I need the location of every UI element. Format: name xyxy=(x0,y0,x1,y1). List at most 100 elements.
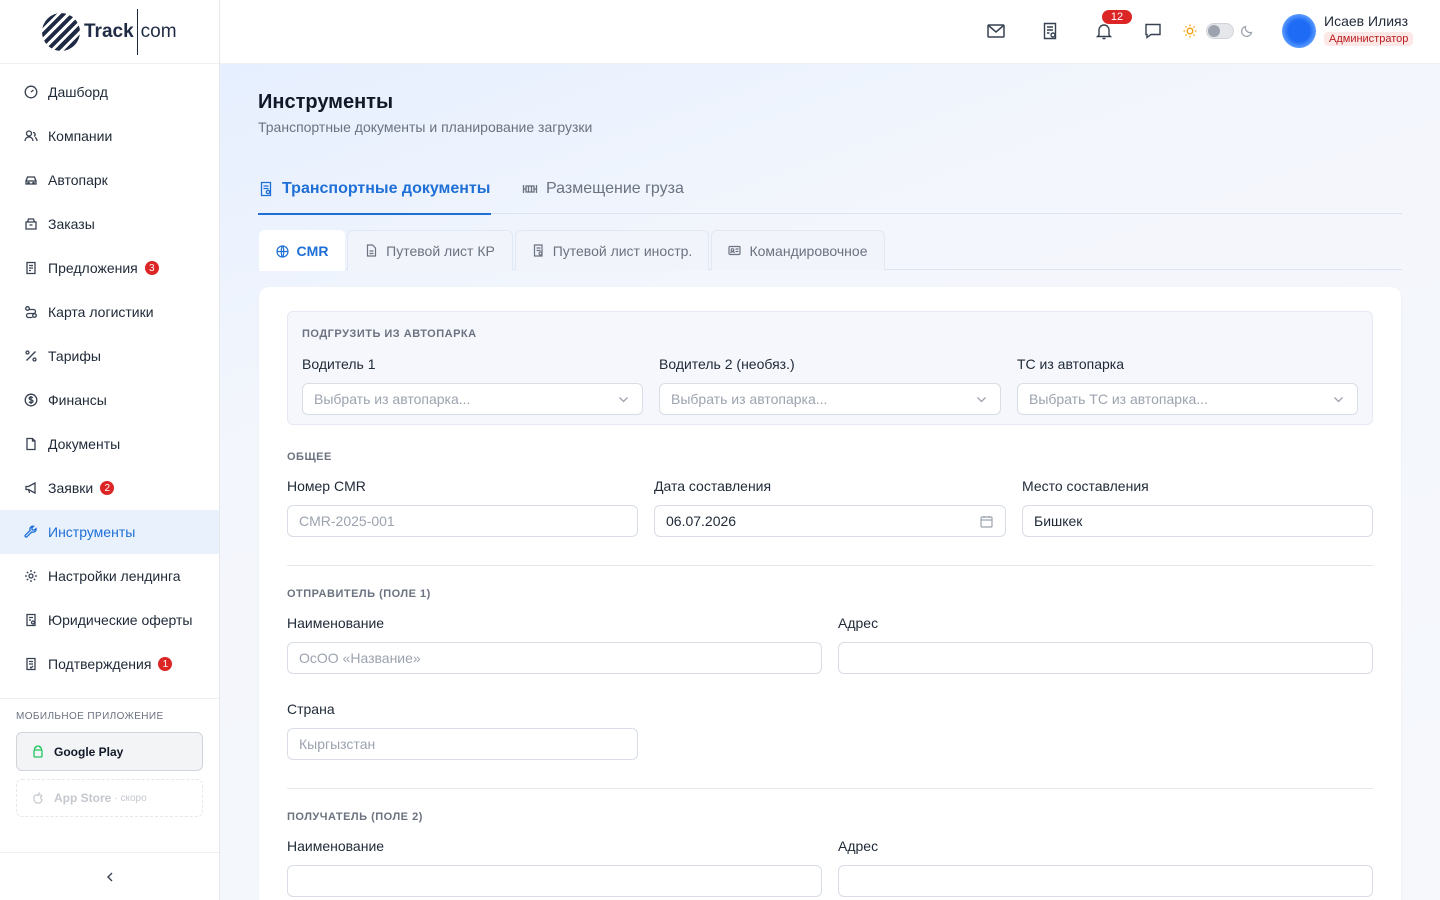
cmr-number-input[interactable]: CMR-2025-001 xyxy=(287,505,638,537)
sidebar-item-documents[interactable]: Документы xyxy=(0,422,219,466)
chevron-down-icon xyxy=(975,393,988,406)
vehicle-label: ТС из автопарка xyxy=(1017,356,1125,372)
sidebar-item-label: Инструменты xyxy=(48,524,136,540)
chat-icon[interactable] xyxy=(1143,21,1163,41)
receiver-address-input[interactable] xyxy=(838,865,1373,897)
cmr-form-card: ПОДГРУЗИТЬ ИЗ АВТОПАРКА Водитель 1 Выбра… xyxy=(259,287,1401,900)
car-icon xyxy=(24,173,38,187)
document-check-icon xyxy=(258,181,274,197)
sidebar-item-tools[interactable]: Инструменты xyxy=(0,510,219,554)
section-divider xyxy=(287,565,1373,566)
mail-icon[interactable] xyxy=(986,21,1006,41)
sidebar-item-companies[interactable]: Компании xyxy=(0,114,219,158)
avatar[interactable] xyxy=(1282,14,1316,48)
receiver-name-input[interactable] xyxy=(287,865,822,897)
subtab-waybill-foreign[interactable]: Путевой лист иностр. xyxy=(515,230,709,270)
globe-icon xyxy=(275,244,289,258)
gear-icon xyxy=(24,569,38,583)
vehicle-select[interactable]: Выбрать ТС из автопарка... xyxy=(1017,383,1358,415)
sender-address-input[interactable] xyxy=(838,642,1373,674)
cmr-number-label: Номер CMR xyxy=(287,478,366,494)
notifications-badge: 12 xyxy=(1102,10,1132,24)
vehicle-placeholder: Выбрать ТС из автопарка... xyxy=(1029,391,1208,407)
google-play-button[interactable]: Google Play xyxy=(16,732,203,771)
date-label: Дата составления xyxy=(654,478,772,494)
confirmations-count-badge: 1 xyxy=(158,657,173,671)
place-value: Бишкек xyxy=(1034,513,1083,529)
driver2-select[interactable]: Выбрать из автопарка... xyxy=(659,383,1001,415)
sidebar-item-label: Компании xyxy=(48,128,113,144)
offers-icon xyxy=(24,261,38,275)
sun-icon xyxy=(1183,21,1197,41)
tab-transport-documents[interactable]: Транспортные документы xyxy=(258,164,492,215)
app-store-button: App Store · скоро xyxy=(16,779,203,817)
subtab-waybill-kr[interactable]: Путевой лист КР xyxy=(347,230,513,270)
sidebar-item-tariffs[interactable]: Тарифы xyxy=(0,334,219,378)
subtab-label: CMR xyxy=(296,243,329,259)
topbar: 12 Исаев Илияз Администратор xyxy=(220,0,1440,64)
offers-count-badge: 3 xyxy=(144,261,159,275)
sidebar-item-orders[interactable]: Заказы xyxy=(0,202,219,246)
confirm-icon xyxy=(24,657,38,671)
app-store-soon: · скоро xyxy=(114,792,147,804)
document-check-icon xyxy=(532,244,545,257)
subtab-cmr[interactable]: CMR xyxy=(259,230,345,271)
mobile-app-section: МОБИЛЬНОЕ ПРИЛОЖЕНИЕ Google Play App Sto… xyxy=(0,698,219,817)
route-icon xyxy=(24,305,38,319)
sender-name-input[interactable]: ОсОО «Название» xyxy=(287,642,822,674)
main-content: Инструменты Транспортные документы и пла… xyxy=(220,64,1440,900)
receiver-section-title: ПОЛУЧАТЕЛЬ (ПОЛЕ 2) xyxy=(287,811,423,823)
sidebar-item-offers[interactable]: Предложения 3 xyxy=(0,246,219,290)
general-section-title: ОБЩЕЕ xyxy=(287,451,332,463)
place-input[interactable]: Бишкек xyxy=(1022,505,1373,537)
collapse-sidebar-button[interactable] xyxy=(0,852,219,900)
date-value: 06.07.2026 xyxy=(666,513,737,529)
sender-name-placeholder: ОсОО «Название» xyxy=(299,650,421,666)
sidebar-item-label: Карта логистики xyxy=(48,304,154,320)
logo-text: Track com xyxy=(84,8,177,55)
companies-icon xyxy=(24,129,38,143)
sidebar-item-logistics-map[interactable]: Карта логистики xyxy=(0,290,219,334)
bell-icon[interactable] xyxy=(1094,21,1114,41)
sidebar-item-label: Заявки xyxy=(48,480,94,496)
receiver-address-label: Адрес xyxy=(838,838,879,854)
theme-toggle[interactable] xyxy=(1206,23,1234,39)
sidebar-item-fleet[interactable]: Автопарк xyxy=(0,158,219,202)
tab-cargo-placement[interactable]: Размещение груза xyxy=(522,164,684,214)
logo-mark xyxy=(42,12,80,51)
requests-count-badge: 2 xyxy=(100,481,115,495)
sidebar-item-finance[interactable]: Финансы xyxy=(0,378,219,422)
place-label: Место составления xyxy=(1022,478,1149,494)
driver1-select[interactable]: Выбрать из автопарка... xyxy=(302,383,643,415)
page-subtitle: Транспортные документы и планирование за… xyxy=(258,119,593,135)
main-tabs: Транспортные документы Размещение груза xyxy=(258,164,1402,215)
finance-icon xyxy=(24,393,38,407)
sidebar-item-confirmations[interactable]: Подтверждения 1 xyxy=(0,642,219,686)
sidebar-item-label: Документы xyxy=(48,436,121,452)
sidebar-item-label: Автопарк xyxy=(48,172,108,188)
sidebar-item-label: Предложения xyxy=(48,260,138,276)
sidebar-item-requests[interactable]: Заявки 2 xyxy=(0,466,219,510)
document-check-icon[interactable] xyxy=(1040,21,1060,41)
user-name[interactable]: Исаев Илияз xyxy=(1324,13,1408,29)
google-play-label: Google Play xyxy=(54,744,124,759)
container-icon xyxy=(522,181,538,197)
sender-country-input[interactable]: Кыргызстан xyxy=(287,728,638,760)
date-input[interactable]: 06.07.2026 xyxy=(654,505,1006,537)
calendar-icon[interactable] xyxy=(980,515,993,528)
sidebar-item-legal-offers[interactable]: Юридические оферты xyxy=(0,598,219,642)
subtab-business-trip[interactable]: Командировочное xyxy=(711,230,885,270)
logo[interactable]: Track com xyxy=(0,0,219,64)
tab-label: Транспортные документы xyxy=(282,179,491,197)
sidebar-item-label: Юридические оферты xyxy=(48,612,193,628)
sidebar-item-dashboard[interactable]: Дашборд xyxy=(0,70,219,114)
logo-text-right: com xyxy=(140,20,177,42)
document-icon xyxy=(365,244,378,257)
percent-icon xyxy=(24,349,38,363)
dashboard-icon xyxy=(24,85,38,99)
sidebar-item-label: Тарифы xyxy=(48,348,101,364)
sidebar-item-label: Настройки лендинга xyxy=(48,568,181,584)
sidebar-item-label: Финансы xyxy=(48,392,107,408)
sidebar-item-landing-settings[interactable]: Настройки лендинга xyxy=(0,554,219,598)
id-card-icon xyxy=(728,244,742,257)
